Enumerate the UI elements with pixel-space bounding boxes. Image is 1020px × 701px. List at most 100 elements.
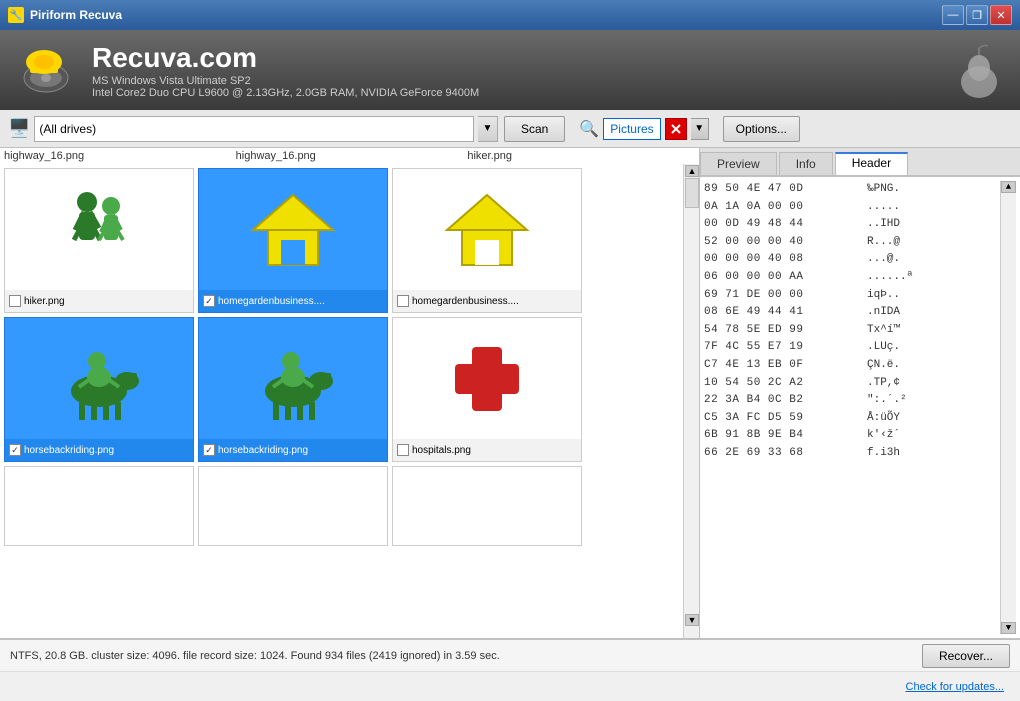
hex-chars-2: ..IHD: [867, 216, 1000, 234]
rider1-checkbox[interactable]: ✓: [9, 444, 21, 456]
toolbar: 🖥️ (All drives) ▼ Scan 🔍 Pictures ▼ Opti…: [0, 110, 1020, 148]
footer: Check for updates...: [0, 671, 1020, 701]
home1-filename: homegardenbusiness....: [218, 296, 383, 307]
hex-row-7: 08 6E 49 44 41 .nIDA: [704, 304, 1000, 322]
hex-chars-3: R...@: [867, 234, 1000, 252]
hex-row-5: 06 00 00 00 AA ......ª: [704, 269, 1000, 287]
hospitals-checkbox[interactable]: [397, 444, 409, 456]
hex-bytes-11: 10 54 50 2C A2: [704, 375, 859, 393]
home1-cell-label: ✓ homegardenbusiness....: [199, 290, 387, 312]
hex-bytes-2: 00 0D 49 48 44: [704, 216, 859, 234]
file-area: highway_16.png highway_16.png hiker.png: [0, 148, 700, 638]
grid-cell-rider2[interactable]: ✓ horsebackriding.png: [198, 317, 388, 462]
home1-checkbox[interactable]: ✓: [203, 295, 215, 307]
rider1-filename: horsebackriding.png: [24, 445, 189, 456]
filter-clear-button[interactable]: [665, 118, 687, 140]
app-title-icon: 🔧: [8, 7, 24, 23]
hiker-cell-icon: [5, 169, 193, 290]
hex-bytes-14: 6B 91 8B 9E B4: [704, 427, 859, 445]
app-header: Recuva.com MS Windows Vista Ultimate SP2…: [0, 30, 1020, 110]
hex-chars-7: .nIDA: [867, 304, 1000, 322]
pear-icon: [954, 40, 1004, 100]
hiker-cell-label: hiker.png: [5, 290, 193, 312]
hex-bytes-15: 66 2E 69 33 68: [704, 445, 859, 463]
status-text: NTFS, 20.8 GB. cluster size: 4096. file …: [10, 650, 500, 662]
filter-dropdown-arrow[interactable]: ▼: [691, 118, 709, 140]
check-updates-link[interactable]: Check for updates...: [906, 681, 1004, 693]
tab-info[interactable]: Info: [779, 152, 833, 175]
grid-cell-home1[interactable]: ✓ homegardenbusiness....: [198, 168, 388, 313]
app-logo: [16, 40, 76, 100]
grid-row-1: hiker.png ✓: [4, 168, 679, 313]
options-button[interactable]: Options...: [723, 116, 800, 142]
drive-icon: 🖥️: [8, 118, 30, 139]
recover-button[interactable]: Recover...: [922, 644, 1010, 668]
minimize-button[interactable]: —: [942, 5, 964, 25]
hex-row-15: 66 2E 69 33 68 f.i3h: [704, 445, 1000, 463]
grid-cell-rider1[interactable]: ✓ horsebackriding.png: [4, 317, 194, 462]
filter-section: 🔍 Pictures ▼: [579, 118, 708, 140]
grid-cell-hospitals[interactable]: hospitals.png: [392, 317, 582, 462]
rider2-filename: horsebackriding.png: [218, 445, 383, 456]
status-bar: NTFS, 20.8 GB. cluster size: 4096. file …: [0, 639, 1020, 671]
hex-chars-14: k'‹ž´: [867, 427, 1000, 445]
file-grid: hiker.png ✓: [0, 164, 683, 638]
rider2-cell-icon: [199, 318, 387, 439]
grid-cell-home2[interactable]: homegardenbusiness....: [392, 168, 582, 313]
rider1-svg: [49, 329, 149, 429]
house2-svg: [437, 180, 537, 280]
app-subtitle-line2: Intel Core2 Duo CPU L9600 @ 2.13GHz, 2.0…: [92, 87, 938, 99]
grid-cell-empty3[interactable]: [392, 466, 582, 546]
drive-select[interactable]: (All drives): [34, 116, 474, 142]
titlebar-title: Piriform Recuva: [30, 8, 122, 22]
home2-checkbox[interactable]: [397, 295, 409, 307]
hex-bytes-8: 54 78 5E ED 99: [704, 322, 859, 340]
hex-bytes-12: 22 3A B4 0C B2: [704, 392, 859, 410]
hex-row-1: 0A 1A 0A 00 00 .....: [704, 199, 1000, 217]
app-subtitle-line1: MS Windows Vista Ultimate SP2: [92, 75, 938, 87]
grid-cell-empty2[interactable]: [198, 466, 388, 546]
header-filename-3: hiker.png: [467, 150, 695, 162]
close-button[interactable]: ✕: [990, 5, 1012, 25]
hex-row-9: 7F 4C 55 E7 19 .LUç.: [704, 339, 1000, 357]
rider2-checkbox[interactable]: ✓: [203, 444, 215, 456]
hex-bytes-13: C5 3A FC D5 59: [704, 410, 859, 428]
right-panel: Preview Info Header 89 50 4E 47 0D ‰PNG.…: [700, 148, 1020, 638]
filter-icon: 🔍: [579, 119, 599, 139]
hex-row-4: 00 00 00 40 08 ...@.: [704, 251, 1000, 269]
empty3-icon: [393, 467, 581, 545]
hex-chars-1: .....: [867, 199, 1000, 217]
header-filename-1: highway_16.png: [4, 150, 232, 162]
hex-chars-11: .TP,¢: [867, 375, 1000, 393]
filter-text: Pictures: [603, 118, 660, 140]
tab-preview[interactable]: Preview: [700, 152, 777, 175]
drive-select-arrow[interactable]: ▼: [478, 116, 498, 142]
home2-cell-label: homegardenbusiness....: [393, 290, 581, 312]
cross-svg: [437, 329, 537, 429]
hospitals-filename: hospitals.png: [412, 445, 577, 456]
hex-bytes-0: 89 50 4E 47 0D: [704, 181, 859, 199]
clear-x-icon: [671, 124, 681, 134]
rider2-cell-label: ✓ horsebackriding.png: [199, 439, 387, 461]
drive-select-wrapper: 🖥️ (All drives) ▼: [8, 116, 498, 142]
hex-row-13: C5 3A FC D5 59 Å:üÕY: [704, 410, 1000, 428]
restore-button[interactable]: ❐: [966, 5, 988, 25]
hex-bytes-10: C7 4E 13 EB 0F: [704, 357, 859, 375]
hiker-checkbox[interactable]: [9, 295, 21, 307]
hiker-svg: [49, 180, 149, 280]
file-names-row: highway_16.png highway_16.png hiker.png: [0, 148, 699, 164]
file-grid-scrollbar[interactable]: ▲ ▼: [683, 164, 699, 638]
hex-chars-6: iqÞ..: [867, 287, 1000, 305]
hex-row-6: 69 71 DE 00 00 iqÞ..: [704, 287, 1000, 305]
grid-cell-empty1[interactable]: [4, 466, 194, 546]
hex-row-14: 6B 91 8B 9E B4 k'‹ž´: [704, 427, 1000, 445]
hex-chars-4: ...@.: [867, 251, 1000, 269]
hex-bytes-4: 00 00 00 40 08: [704, 251, 859, 269]
scan-button[interactable]: Scan: [504, 116, 565, 142]
empty1-icon: [5, 467, 193, 545]
grid-cell-hiker[interactable]: hiker.png: [4, 168, 194, 313]
hex-row-10: C7 4E 13 EB 0F ÇN.ë.: [704, 357, 1000, 375]
tab-header[interactable]: Header: [835, 152, 908, 175]
hex-bytes-7: 08 6E 49 44 41: [704, 304, 859, 322]
hex-row-0: 89 50 4E 47 0D ‰PNG.: [704, 181, 1000, 199]
